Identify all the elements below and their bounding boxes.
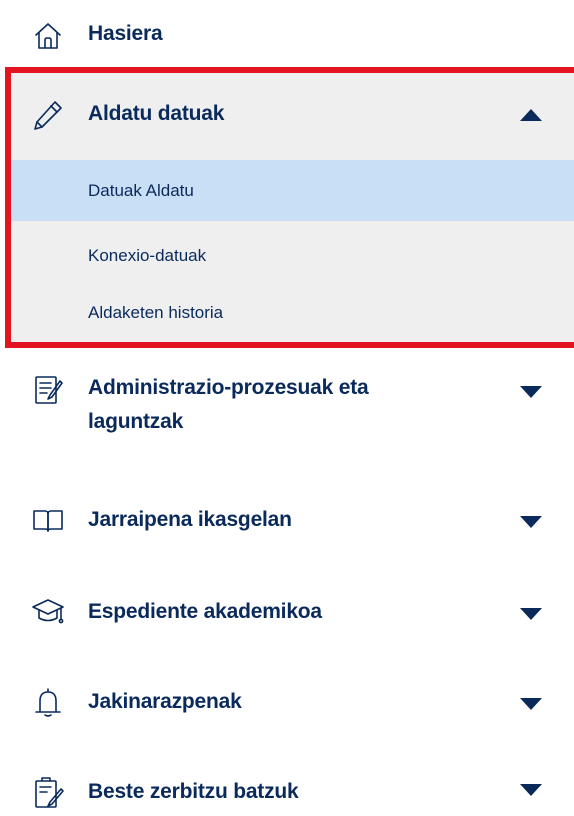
chevron-down-icon[interactable]: [520, 516, 542, 528]
menu-item-admin-processes[interactable]: Administrazio-prozesuak eta laguntzak: [0, 368, 574, 448]
menu-item-academic-record-label: Espediente akademikoa: [88, 600, 322, 623]
menu-item-notifications[interactable]: Jakinarazpenak: [0, 682, 574, 722]
submenu-item-change-history[interactable]: Aldaketen historia: [8, 282, 574, 343]
menu-item-edit-data[interactable]: Aldatu datuak: [0, 80, 574, 152]
graduation-cap-icon: [30, 594, 66, 630]
submenu-item-label: Konexio-datuak: [88, 245, 207, 265]
bell-icon: [30, 684, 66, 720]
menu-item-edit-data-label: Aldatu datuak: [88, 102, 225, 125]
menu-item-academic-record[interactable]: Espediente akademikoa: [0, 592, 574, 632]
chevron-down-icon[interactable]: [520, 608, 542, 620]
menu-item-admin-processes-label-line2: laguntzak: [88, 410, 184, 433]
menu-item-home[interactable]: Hasiera: [0, 14, 574, 54]
menu-item-classroom-tracking-label: Jarraipena ikasgelan: [88, 508, 292, 531]
forms-icon: [30, 372, 66, 408]
clipboard-edit-icon: [30, 774, 66, 810]
menu-item-notifications-label: Jakinarazpenak: [88, 690, 242, 713]
chevron-down-icon[interactable]: [520, 698, 542, 710]
pencil-icon: [30, 97, 66, 133]
menu-item-home-label: Hasiera: [88, 22, 163, 45]
chevron-down-icon[interactable]: [520, 784, 542, 796]
menu-item-classroom-tracking[interactable]: Jarraipena ikasgelan: [0, 500, 574, 540]
submenu-item-edit-data[interactable]: Datuak Aldatu: [8, 160, 574, 221]
open-book-icon: [30, 502, 66, 538]
submenu-item-label: Aldaketen historia: [88, 302, 224, 322]
chevron-down-icon[interactable]: [520, 386, 542, 398]
menu-item-admin-processes-label: Administrazio-prozesuak eta: [88, 376, 369, 399]
menu-item-other-services-label: Beste zerbitzu batzuk: [88, 780, 299, 803]
side-menu: Hasiera Aldatu datuak Datuak Aldatu Kone…: [0, 0, 574, 816]
chevron-up-icon[interactable]: [520, 109, 542, 121]
home-icon: [30, 18, 66, 54]
menu-item-other-services[interactable]: Beste zerbitzu batzuk: [0, 772, 574, 812]
submenu-item-connection-data[interactable]: Konexio-datuak: [8, 225, 574, 286]
submenu-item-label: Datuak Aldatu: [88, 180, 194, 200]
